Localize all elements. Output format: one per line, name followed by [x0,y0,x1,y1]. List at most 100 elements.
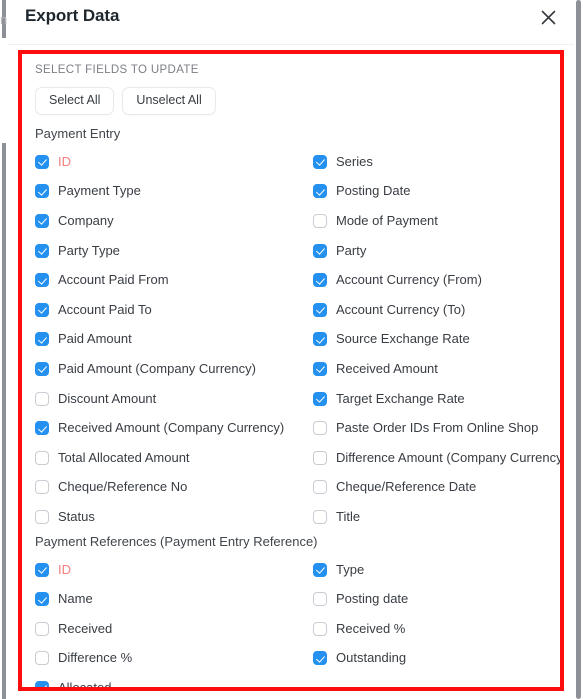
field-checkbox-row[interactable]: Total Allocated Amount [22,443,304,473]
field-checkbox-row[interactable]: Type [304,555,560,585]
checkbox-checked-icon[interactable] [313,184,327,199]
dialog-title: Export Data [25,6,120,25]
checkbox-checked-icon[interactable] [313,302,327,317]
field-checkbox-row[interactable]: Outstanding [304,644,560,674]
checkbox-checked-icon[interactable] [35,592,49,607]
checkbox-checked-icon[interactable] [313,361,327,376]
field-checkbox-row[interactable]: Received Amount (Company Currency) [22,413,304,443]
field-checkbox-label: Paid Amount [58,331,132,347]
checkbox-unchecked-icon[interactable] [35,651,49,666]
field-checkbox-row[interactable]: Account Paid To [22,295,304,325]
checkbox-checked-icon[interactable] [313,651,327,666]
field-checkbox-label: Difference Amount (Company Currency) [336,449,564,465]
field-checkbox-label: Status [58,508,95,524]
field-checkbox-row[interactable]: Account Currency (To) [304,295,560,325]
field-checkbox-label: Received [58,620,113,636]
field-checkbox-row[interactable]: Status [22,502,304,532]
field-checkbox-row[interactable]: Account Paid From [22,265,304,295]
field-checkbox-label: Payment Type [58,183,141,199]
checkbox-unchecked-icon[interactable] [35,621,49,636]
checkbox-checked-icon[interactable] [35,213,49,228]
checkbox-unchecked-icon[interactable] [35,480,49,495]
checkbox-checked-icon[interactable] [313,154,327,169]
checkbox-checked-icon[interactable] [35,332,49,347]
field-checkbox-label: Allocated [58,679,112,691]
select-all-button[interactable]: Select All [35,87,115,115]
checkbox-checked-icon[interactable] [313,391,327,406]
checkbox-unchecked-icon[interactable] [313,621,327,636]
field-checkbox-label: Source Exchange Rate [336,331,470,347]
field-checkbox-row[interactable]: Posting Date [304,177,560,207]
field-checkbox-row[interactable]: Payment Type [22,177,304,207]
field-checkbox-row[interactable]: Cheque/Reference No [22,473,304,503]
checkbox-checked-icon[interactable] [35,361,49,376]
checkbox-checked-icon[interactable] [313,332,327,347]
close-icon[interactable] [536,5,560,29]
field-checkbox-label: Account Currency (From) [336,272,482,288]
unselect-all-button[interactable]: Unselect All [122,87,216,115]
field-checkbox-label: Received Amount (Company Currency) [58,420,285,436]
field-checkbox-row[interactable]: ID [22,555,304,585]
checkbox-checked-icon[interactable] [35,243,49,258]
checkbox-checked-icon[interactable] [35,680,49,687]
selection-button-row: Select All Unselect All [35,87,216,115]
field-checkbox-label: Paste Order IDs From Online Shop [336,420,539,436]
field-checkbox-row[interactable]: Received Amount [304,354,560,384]
field-checkbox-row[interactable]: Title [304,502,560,532]
field-checkbox-label: Cheque/Reference Date [336,479,477,495]
field-checkbox-label: Party [336,242,367,258]
field-group-title: Payment References (Payment Entry Refere… [35,533,318,549]
left-edge-bar-gap [2,38,6,143]
field-checkbox-label: ID [58,153,71,169]
checkbox-unchecked-icon[interactable] [35,450,49,465]
field-checkbox-row[interactable]: Paste Order IDs From Online Shop [304,413,560,443]
checkbox-checked-icon[interactable] [35,562,49,577]
checkbox-checked-icon[interactable] [313,243,327,258]
field-checkbox-row[interactable]: Party Type [22,236,304,266]
field-checkbox-row[interactable]: Source Exchange Rate [304,325,560,355]
field-checkbox-row[interactable]: Cheque/Reference Date [304,473,560,503]
page-scrollbar[interactable] [574,0,583,699]
checkbox-unchecked-icon[interactable] [313,480,327,495]
checkbox-checked-icon[interactable] [313,562,327,577]
field-checkbox-row[interactable]: Series [304,147,560,177]
checkbox-unchecked-icon[interactable] [313,421,327,436]
field-checkbox-row[interactable]: Difference Amount (Company Currency) [304,443,564,473]
checkbox-checked-icon[interactable] [313,273,327,288]
field-checkbox-label: Discount Amount [58,390,157,406]
field-checkbox-row[interactable]: Received % [304,614,560,644]
checkbox-unchecked-icon[interactable] [313,592,327,607]
field-checkbox-row[interactable]: Company [22,206,304,236]
field-checkbox-row[interactable]: Paid Amount [22,325,304,355]
field-checkbox-row[interactable]: Name [22,584,304,614]
field-checkbox-label: ID [58,561,71,577]
field-checkbox-row[interactable]: Account Currency (From) [304,265,560,295]
checkbox-unchecked-icon[interactable] [313,450,327,465]
field-checkbox-label: Received % [336,620,406,636]
checkbox-unchecked-icon[interactable] [313,509,327,524]
field-checkbox-row[interactable]: Paid Amount (Company Currency) [22,354,304,384]
field-checkbox-row[interactable]: Received [22,614,304,644]
field-checkbox-row[interactable]: Posting date [304,584,560,614]
select-fields-highlight-box: SELECT FIELDS TO UPDATE Select All Unsel… [18,50,564,691]
scrollbar-thumb[interactable] [576,0,581,699]
field-checkbox-row[interactable]: Difference % [22,644,304,674]
field-checkbox-label: Name [58,591,93,607]
field-checkbox-row[interactable]: Allocated [22,673,304,691]
field-group-grid: ID Series Payment Type Posting Date Company M… [22,147,560,532]
checkbox-unchecked-icon[interactable] [35,391,49,406]
field-checkbox-row[interactable]: Target Exchange Rate [304,384,560,414]
field-checkbox-label: Account Paid To [58,301,152,317]
field-checkbox-row[interactable]: Mode of Payment [304,206,560,236]
checkbox-checked-icon[interactable] [35,184,49,199]
checkbox-checked-icon[interactable] [35,421,49,436]
field-checkbox-row[interactable]: Party [304,236,560,266]
field-checkbox-label: Posting date [336,591,409,607]
checkbox-checked-icon[interactable] [35,154,49,169]
checkbox-checked-icon[interactable] [35,302,49,317]
checkbox-checked-icon[interactable] [35,273,49,288]
checkbox-unchecked-icon[interactable] [313,213,327,228]
checkbox-unchecked-icon[interactable] [35,509,49,524]
field-checkbox-row[interactable]: Discount Amount [22,384,304,414]
field-checkbox-row[interactable]: ID [22,147,304,177]
